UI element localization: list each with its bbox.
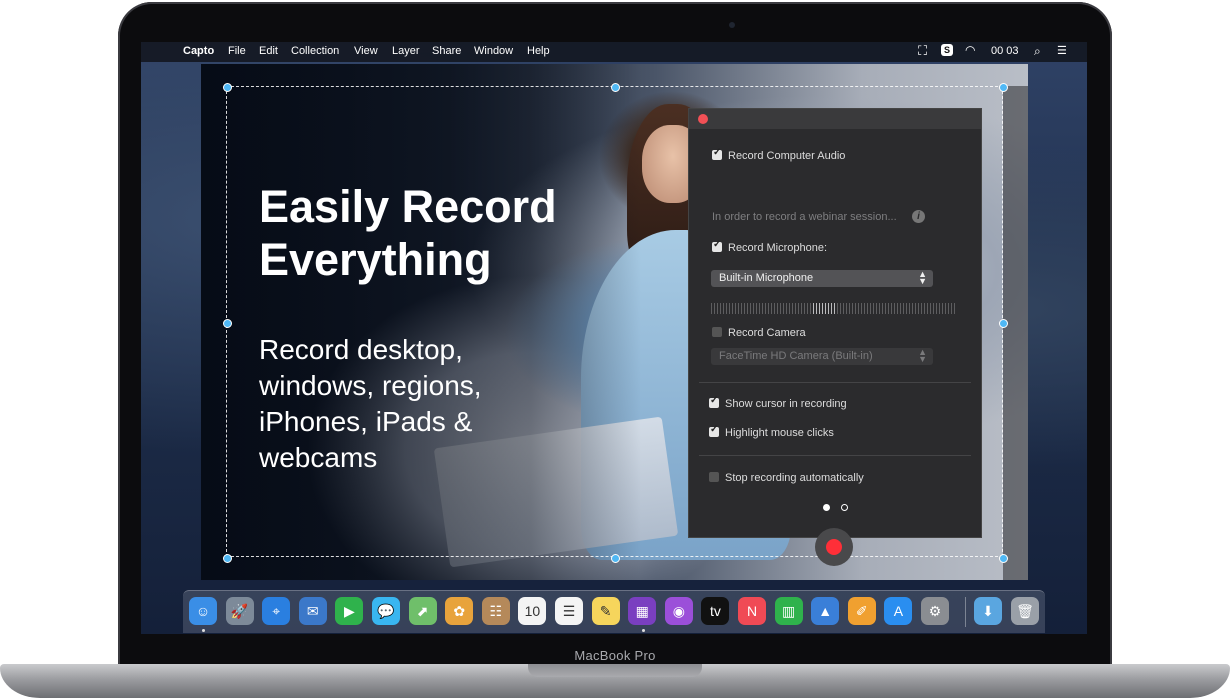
dock: ☺ 🚀 ⌖ ✉ ▶ 💬 ⬈ ✿ ☷ 10 ☰ ✎ ▦ ◉ tv N ▥ ▲ ✐ A ⚙ ⬇ 🗑 <box>183 590 1045 633</box>
menu-help[interactable]: Help <box>527 45 550 57</box>
menu-collection[interactable]: Collection <box>291 45 339 57</box>
capto-status-icon[interactable]: S <box>941 44 953 56</box>
show-cursor-option[interactable]: Show cursor in recording <box>709 395 847 410</box>
dimmed-area <box>1003 86 1028 580</box>
calendar-icon[interactable]: 10 <box>518 597 547 625</box>
keynote-icon[interactable]: ▲ <box>811 597 840 625</box>
recording-panel: Record Computer Audio In order to record… <box>688 108 982 566</box>
page-dot-active[interactable] <box>823 504 830 511</box>
menu-edit[interactable]: Edit <box>259 45 278 57</box>
microphone-select-value: Built-in Microphone <box>719 272 814 284</box>
panel-titlebar <box>689 109 981 129</box>
page-dot[interactable] <box>841 504 848 511</box>
menu-clock[interactable]: 00 03 <box>991 45 1019 57</box>
menu-file[interactable]: File <box>228 45 246 57</box>
updown-chevron-icon: ▲ ▼ <box>918 269 927 286</box>
divider <box>699 455 971 456</box>
trash-icon[interactable]: 🗑 <box>1011 597 1039 625</box>
resize-handle-bottom-left[interactable] <box>223 554 232 563</box>
microphone-option[interactable]: Record Microphone: <box>712 239 828 254</box>
resize-handle-left[interactable] <box>223 319 232 328</box>
menu-view[interactable]: View <box>354 45 378 57</box>
notes-icon[interactable]: ✎ <box>591 597 620 625</box>
screen: Easily Record Everything Record desktop,… <box>141 42 1087 634</box>
camera-label: Record Camera <box>728 327 806 339</box>
news-icon[interactable]: N <box>738 597 766 625</box>
microphone-checkbox[interactable] <box>712 239 722 252</box>
computer-audio-option[interactable]: Record Computer Audio <box>712 147 846 162</box>
running-indicator <box>642 629 645 632</box>
highlight-clicks-checkbox[interactable] <box>709 424 719 437</box>
resize-handle-top-left[interactable] <box>223 83 232 92</box>
numbers-icon[interactable]: ▥ <box>774 597 803 625</box>
photos-icon[interactable]: ✿ <box>445 597 474 625</box>
maps-icon[interactable]: ⬈ <box>408 597 437 625</box>
device-brand-label: MacBook Pro <box>574 648 656 663</box>
menu-window[interactable]: Window <box>474 45 513 57</box>
microphone-label: Record Microphone: <box>728 242 828 254</box>
finder-icon[interactable]: ☺ <box>189 597 217 625</box>
resize-handle-bottom-right[interactable] <box>999 554 1008 563</box>
app-store-icon[interactable]: A <box>884 597 913 625</box>
resize-handle-top-right[interactable] <box>999 83 1008 92</box>
menu-bar: Capto File Edit Collection View Layer Sh… <box>141 42 1087 62</box>
capto-icon[interactable]: ▦ <box>628 597 657 625</box>
close-icon[interactable] <box>698 114 708 124</box>
highlight-clicks-option[interactable]: Highlight mouse clicks <box>709 424 834 439</box>
menu-share[interactable]: Share <box>432 45 461 57</box>
resize-handle-top[interactable] <box>611 83 620 92</box>
camera-select: FaceTime HD Camera (Built-in) ▲ ▼ <box>711 348 933 365</box>
resize-handle-right[interactable] <box>999 319 1008 328</box>
info-icon[interactable]: i <box>912 210 925 223</box>
divider <box>699 382 971 383</box>
wifi-icon[interactable]: ◠ <box>965 43 975 57</box>
camera-select-value: FaceTime HD Camera (Built-in) <box>719 350 873 362</box>
computer-audio-label: Record Computer Audio <box>728 150 846 162</box>
facetime-icon[interactable]: ▶ <box>335 597 364 625</box>
safari-icon[interactable]: ⌖ <box>262 597 291 625</box>
pages-icon[interactable]: ✐ <box>847 597 876 625</box>
stop-auto-checkbox[interactable] <box>709 472 719 482</box>
mail-icon[interactable]: ✉ <box>298 597 327 625</box>
list-icon[interactable]: ☰ <box>1057 44 1067 57</box>
updown-chevron-icon: ▲ ▼ <box>918 347 927 364</box>
menu-layer[interactable]: Layer <box>392 45 420 57</box>
apple-tv-icon[interactable]: tv <box>701 597 730 625</box>
camera-icon <box>729 22 735 28</box>
record-icon <box>826 539 842 555</box>
microphone-select[interactable]: Built-in Microphone ▲ ▼ <box>711 270 933 287</box>
stop-auto-option[interactable]: Stop recording automatically <box>709 472 864 484</box>
reminders-icon[interactable]: ☰ <box>555 597 583 625</box>
show-cursor-checkbox[interactable] <box>709 395 719 408</box>
running-indicator <box>202 629 205 632</box>
resize-handle-bottom[interactable] <box>611 554 620 563</box>
selection-capture-icon[interactable]: ⛶ <box>918 43 927 59</box>
system-preferences-icon[interactable]: ⚙ <box>921 597 949 625</box>
menu-app-name[interactable]: Capto <box>183 45 214 57</box>
audio-level-peak <box>813 303 835 314</box>
camera-checkbox[interactable] <box>712 327 722 337</box>
computer-audio-checkbox[interactable] <box>712 147 722 160</box>
contacts-icon[interactable]: ☷ <box>481 597 510 625</box>
downloads-folder-icon[interactable]: ⬇ <box>974 597 1002 625</box>
audio-hint-text: In order to record a webinar session... <box>712 211 897 223</box>
podcasts-icon[interactable]: ◉ <box>664 597 693 625</box>
messages-icon[interactable]: 💬 <box>372 597 400 625</box>
show-cursor-label: Show cursor in recording <box>725 398 847 410</box>
search-icon[interactable]: ⌕ <box>1034 44 1041 59</box>
stop-auto-label: Stop recording automatically <box>725 472 864 484</box>
laptop-notch <box>528 664 702 677</box>
camera-option[interactable]: Record Camera <box>712 327 806 339</box>
highlight-clicks-label: Highlight mouse clicks <box>725 427 834 439</box>
record-button[interactable] <box>815 528 853 566</box>
launchpad-icon[interactable]: 🚀 <box>225 597 254 625</box>
dock-separator <box>965 597 966 627</box>
